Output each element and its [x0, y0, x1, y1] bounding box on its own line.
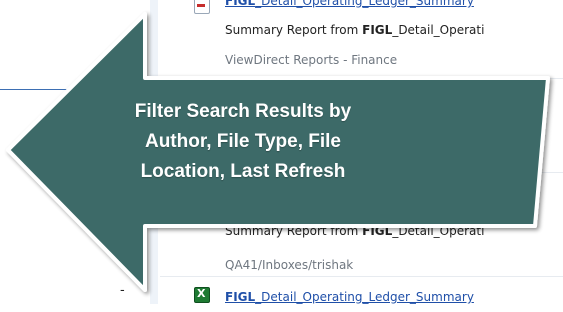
list-item[interactable]: FIGL_Detail_Operating_Ledger_Summary — [160, 282, 563, 312]
result-title[interactable]: FIGL_Detail_Operating_Ledger_Summary — [225, 0, 563, 8]
callout-line: Filter Search Results by — [134, 101, 352, 122]
callout-line: Author, File Type, File — [144, 131, 341, 152]
list-item[interactable]: FIGL_Detail_Operating_Ledger_Summary Sum… — [160, 0, 563, 67]
result-location: QA41/Inboxes/trishak — [225, 258, 354, 272]
pdf-file-icon — [194, 191, 210, 207]
collapse-toggle[interactable]: - — [120, 283, 125, 298]
result-location: ViewDirect Reports - Finance — [225, 53, 398, 67]
callout-text: Filter Search Results by Author, File Ty… — [118, 97, 368, 187]
result-summary: Summary Report from FIGL_Detail_Operati — [225, 23, 485, 37]
excel-file-icon — [194, 287, 210, 303]
result-title[interactable]: FIGL_Detail_Operating_Ledger_Summary : — [225, 192, 563, 206]
list-item[interactable]: FIGL_Detail_Operating_Ledger_Summary : S… — [160, 180, 563, 272]
row-divider — [160, 78, 563, 79]
result-summary: Summary Report from FIGL_Detail_Operati — [225, 224, 485, 238]
divider-line — [0, 89, 150, 90]
row-divider — [160, 276, 563, 277]
callout-line: Location, Last Refresh — [140, 161, 346, 182]
result-title[interactable]: FIGL_Detail_Operating_Ledger_Summary — [225, 290, 563, 304]
pdf-file-icon — [194, 0, 210, 14]
